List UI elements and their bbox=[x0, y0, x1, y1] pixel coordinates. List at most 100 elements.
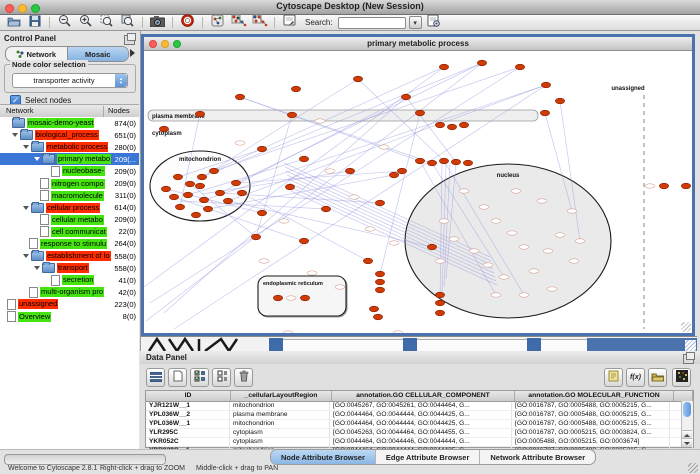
graph-node[interactable] bbox=[659, 183, 668, 189]
table-column-header[interactable]: ID bbox=[146, 391, 231, 401]
graph-node[interactable] bbox=[209, 168, 218, 174]
graph-node[interactable] bbox=[447, 124, 456, 130]
graph-node[interactable] bbox=[223, 198, 232, 204]
unselect-all-attributes-button[interactable] bbox=[212, 368, 231, 387]
tree-row[interactable]: unassigned223(0) bbox=[0, 298, 139, 310]
table-scrollbar[interactable] bbox=[681, 401, 693, 447]
save-button[interactable] bbox=[25, 16, 44, 30]
expander-icon[interactable] bbox=[34, 157, 40, 161]
graph-node[interactable] bbox=[439, 64, 448, 70]
import-attributes-button[interactable] bbox=[648, 368, 667, 387]
graph-node[interactable] bbox=[375, 200, 384, 206]
tree-row[interactable]: cell communicat22(0) bbox=[0, 226, 139, 238]
delete-attribute-button[interactable] bbox=[234, 368, 253, 387]
graph-node[interactable] bbox=[427, 244, 436, 250]
table-column-header[interactable]: annotation.GO CELLULAR_COMPONENT bbox=[332, 391, 515, 401]
graph-node[interactable] bbox=[345, 168, 354, 174]
graph-node[interactable] bbox=[195, 183, 204, 189]
table-row[interactable]: YJR121W__1mitochondrion[GO:0045267, GO:0… bbox=[146, 402, 693, 411]
graph-node[interactable] bbox=[183, 192, 192, 198]
graph-node[interactable] bbox=[435, 122, 444, 128]
function-builder-button[interactable]: f(x) bbox=[626, 368, 645, 387]
graph-node[interactable] bbox=[191, 212, 200, 218]
expander-icon[interactable] bbox=[23, 206, 29, 210]
apply-layout-button[interactable] bbox=[229, 16, 248, 30]
tree-row[interactable]: metabolic process280(0) bbox=[0, 141, 139, 153]
expander-icon[interactable] bbox=[34, 266, 40, 270]
float-panel-icon[interactable] bbox=[683, 354, 694, 364]
graph-node[interactable] bbox=[185, 181, 194, 187]
table-row[interactable]: YPL036W__1mitochondrion[GO:0044464, GO:0… bbox=[146, 420, 693, 429]
tree-row[interactable]: macromolecule311(0) bbox=[0, 190, 139, 202]
select-attributes-button[interactable] bbox=[146, 368, 165, 387]
tab-node-attribute-browser[interactable]: Node Attribute Browser bbox=[271, 450, 375, 464]
graph-node[interactable] bbox=[515, 64, 524, 70]
graph-node[interactable] bbox=[273, 295, 282, 301]
open-file-button[interactable] bbox=[4, 16, 23, 30]
graph-node[interactable] bbox=[321, 206, 330, 212]
expander-icon[interactable] bbox=[23, 145, 29, 149]
tree-row[interactable]: mosaic-demo-yeast874(0) bbox=[0, 117, 139, 129]
scroll-down-button[interactable] bbox=[682, 438, 692, 447]
graph-node[interactable] bbox=[435, 310, 444, 316]
graph-node[interactable] bbox=[375, 271, 384, 277]
matrix-view-button[interactable] bbox=[672, 368, 691, 387]
graph-node[interactable] bbox=[299, 238, 308, 244]
table-row[interactable]: YKR052Ccytoplasm[GO:0044464, GO:0044446,… bbox=[146, 438, 693, 447]
graph-node[interactable] bbox=[215, 190, 224, 196]
graph-node[interactable] bbox=[197, 174, 206, 180]
graph-node[interactable] bbox=[285, 184, 294, 190]
annotation-button[interactable] bbox=[280, 16, 299, 30]
help-button[interactable] bbox=[178, 16, 197, 30]
graph-node[interactable] bbox=[237, 190, 246, 196]
graph-node[interactable] bbox=[235, 94, 244, 100]
tree-row[interactable]: cellular metabo209(0) bbox=[0, 214, 139, 226]
graph-node[interactable] bbox=[195, 111, 204, 117]
graph-node[interactable] bbox=[397, 168, 406, 174]
snapshot-button[interactable] bbox=[148, 16, 167, 30]
scrollbar-thumb[interactable] bbox=[683, 402, 691, 417]
graph-node[interactable] bbox=[415, 158, 424, 164]
zoom-selected-button[interactable] bbox=[97, 16, 116, 30]
tree-row[interactable]: cellular process614(0) bbox=[0, 202, 139, 214]
graph-node[interactable] bbox=[300, 295, 309, 301]
tab-overflow-arrow[interactable] bbox=[130, 49, 135, 57]
network-window-titlebar[interactable]: primary metabolic process bbox=[144, 37, 692, 51]
table-column-header[interactable]: _cellularLayoutRegion bbox=[231, 391, 332, 401]
graph-node[interactable] bbox=[401, 94, 410, 100]
search-config-button[interactable] bbox=[424, 16, 443, 30]
graph-node[interactable] bbox=[435, 292, 444, 298]
search-dropdown-button[interactable] bbox=[409, 16, 422, 29]
graph-node[interactable] bbox=[363, 258, 372, 264]
graph-node[interactable] bbox=[169, 194, 178, 200]
graph-node[interactable] bbox=[681, 183, 690, 189]
tab-edge-attribute-browser[interactable]: Edge Attribute Browser bbox=[375, 450, 479, 464]
apply-vizmap-button[interactable] bbox=[250, 16, 269, 30]
background-window-edge[interactable] bbox=[527, 338, 541, 351]
tree-row[interactable]: establishment of lo558(0) bbox=[0, 250, 139, 262]
graph-node[interactable] bbox=[375, 279, 384, 285]
graph-node[interactable] bbox=[427, 160, 436, 166]
tree-row[interactable]: transport558(0) bbox=[0, 262, 139, 274]
graph-node[interactable] bbox=[291, 86, 300, 92]
graph-node[interactable] bbox=[287, 112, 296, 118]
zoom-in-button[interactable] bbox=[76, 16, 95, 30]
table-row[interactable]: YPL036W__2plasma membrane[GO:0044464, GO… bbox=[146, 411, 693, 420]
graph-node[interactable] bbox=[541, 82, 550, 88]
graph-node[interactable] bbox=[459, 122, 468, 128]
overview-button[interactable] bbox=[208, 16, 227, 30]
graph-node[interactable] bbox=[389, 172, 398, 178]
tree-row[interactable]: primary metabo209(... bbox=[0, 153, 139, 165]
window-resize-grip[interactable] bbox=[681, 322, 691, 332]
new-attribute-button[interactable] bbox=[168, 368, 187, 387]
graph-node[interactable] bbox=[373, 314, 382, 320]
graph-node[interactable] bbox=[540, 110, 549, 116]
graph-node[interactable] bbox=[257, 146, 266, 152]
graph-node[interactable] bbox=[369, 306, 378, 312]
window-resize-grip[interactable] bbox=[685, 340, 696, 351]
graph-node[interactable] bbox=[435, 300, 444, 306]
search-input[interactable] bbox=[338, 17, 406, 29]
app-resize-grip[interactable] bbox=[688, 463, 698, 473]
graph-node[interactable] bbox=[353, 76, 362, 82]
graph-node[interactable] bbox=[203, 206, 212, 212]
